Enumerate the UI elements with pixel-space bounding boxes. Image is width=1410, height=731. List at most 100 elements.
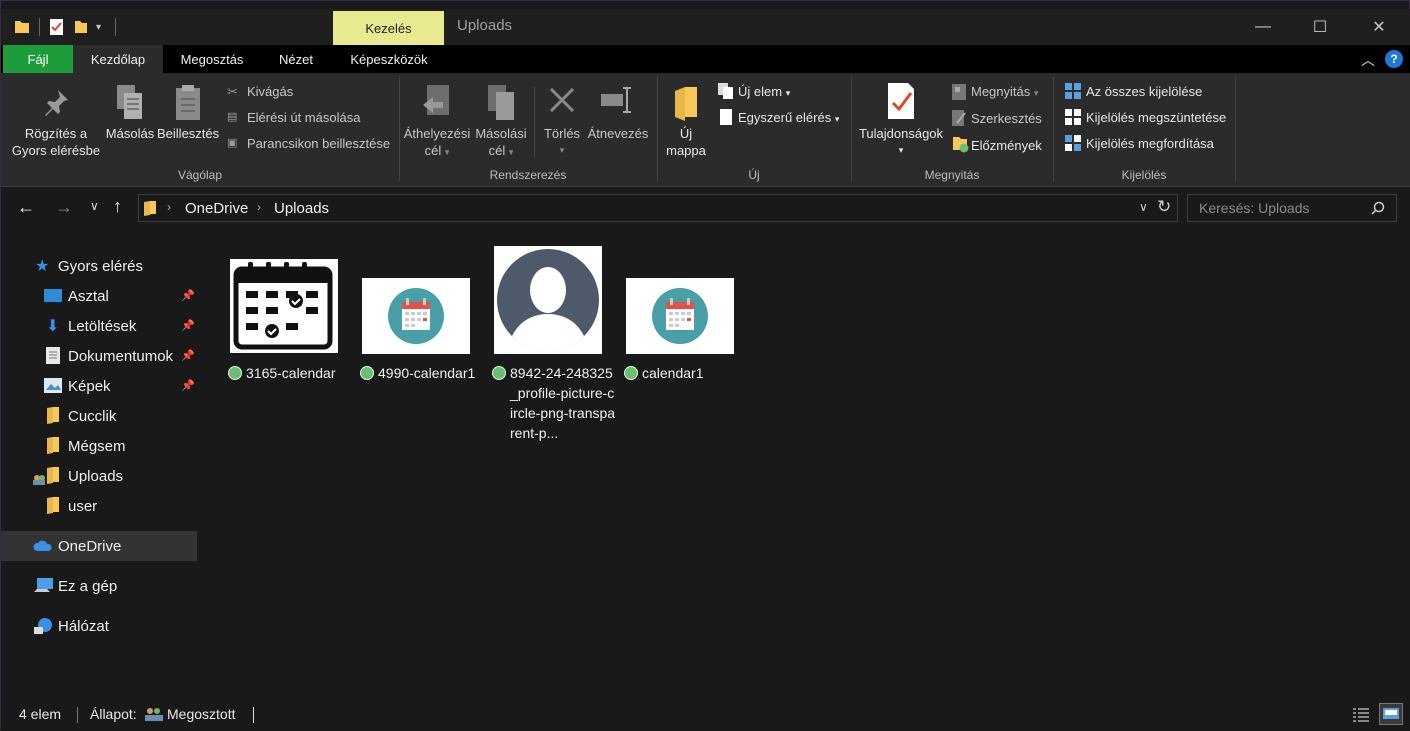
file-name: calendar1 <box>624 363 748 383</box>
new-folder-button[interactable]: Új mappa <box>661 125 711 159</box>
nav-label: Cucclik <box>68 407 117 425</box>
nav-item-pictures[interactable]: Képek 📌 <box>1 371 197 401</box>
breadcrumb-separator-icon: › <box>167 200 171 214</box>
file-name: 4990-calendar1 <box>360 363 484 383</box>
breadcrumb-onedrive[interactable]: OneDrive <box>185 200 248 217</box>
item-count: 4 elem <box>19 706 62 722</box>
copy-path-icon: ▤ <box>227 111 238 123</box>
file-item[interactable]: 3165-calendar <box>228 229 352 439</box>
paste-button[interactable]: Beillesztés <box>157 125 219 142</box>
nav-label: Hálózat <box>58 617 109 635</box>
search-box[interactable]: Keresés: Uploads <box>1187 194 1397 222</box>
edit-button[interactable]: Szerkesztés <box>971 110 1042 127</box>
group-separator <box>1235 77 1236 181</box>
open-button[interactable]: Megnyitás ▾ <box>971 83 1038 102</box>
paste-icon <box>176 85 200 120</box>
star-icon: ★ <box>35 258 50 275</box>
nav-this-pc[interactable]: Ez a gép <box>1 571 197 601</box>
nav-onedrive[interactable]: OneDrive <box>1 531 197 561</box>
properties-button[interactable]: Tulajdonságok ▾ <box>853 125 949 159</box>
address-dropdown-chevron-icon[interactable]: ∨ <box>1139 200 1148 214</box>
address-bar[interactable]: › OneDrive › Uploads ∨ ↻ <box>138 194 1178 222</box>
move-to-button[interactable]: Áthelyezési cél ▾ <box>403 125 471 161</box>
properties-check-icon[interactable] <box>48 18 66 36</box>
refresh-icon[interactable]: ↻ <box>1157 197 1171 217</box>
profile-avatar-icon <box>497 249 599 351</box>
file-item[interactable]: 8942-24-248325_profile-picture-circle-pn… <box>492 229 616 449</box>
select-all-icon <box>1065 83 1081 99</box>
explorer-window: ▾ Kezelés Uploads — ☐ ✕ Fájl Kezdőlap Me… <box>0 0 1410 731</box>
nav-label: OneDrive <box>58 537 122 555</box>
paste-shortcut-button[interactable]: Parancsikon beillesztése <box>247 135 390 152</box>
tab-file[interactable]: Fájl <box>3 45 73 73</box>
help-icon[interactable]: ? <box>1385 50 1403 68</box>
large-icons-view-icon[interactable] <box>1379 703 1403 725</box>
nav-item-desktop[interactable]: Asztal 📌 <box>1 281 197 311</box>
new-item-label: Új elem <box>738 84 783 99</box>
back-arrow-icon[interactable]: ← <box>17 197 35 218</box>
easy-access-button[interactable]: Egyszerű elérés ▾ <box>738 109 839 128</box>
select-none-button[interactable]: Kijelölés megszüntetése <box>1086 109 1226 126</box>
nav-item-cucclik[interactable]: Cucclik <box>1 401 197 431</box>
invert-selection-button[interactable]: Kijelölés megfordítása <box>1086 135 1214 152</box>
new-folder-icon[interactable] <box>72 18 90 36</box>
tab-share[interactable]: Megosztás <box>167 45 257 73</box>
copy-path-button[interactable]: Elérési út másolása <box>247 109 360 126</box>
forward-arrow-icon[interactable]: → <box>55 197 73 218</box>
file-item[interactable]: calendar1 <box>624 229 748 439</box>
rename-button[interactable]: Átnevezés <box>587 125 649 142</box>
nav-network[interactable]: Hálózat <box>1 611 197 641</box>
shared-folder-icon <box>33 467 59 485</box>
customize-qat-icon[interactable]: ▾ <box>96 22 101 33</box>
copy-to-button[interactable]: Másolási cél ▾ <box>471 125 531 161</box>
breadcrumb-uploads[interactable]: Uploads <box>274 200 329 217</box>
file-name-text: 8942-24-248325_profile-picture-circle-pn… <box>510 365 616 441</box>
group-label-organize: Rendszerezés <box>489 168 567 182</box>
tab-picture-tools[interactable]: Képeszközök <box>337 45 441 73</box>
pin-icon[interactable]: 📌 <box>181 319 195 332</box>
file-item[interactable]: 4990-calendar1 <box>360 229 484 439</box>
group-separator <box>1053 77 1054 181</box>
onedrive-cloud-icon <box>33 540 52 551</box>
folder-icon[interactable] <box>13 18 31 36</box>
file-thumbnail <box>494 246 602 354</box>
nav-item-user[interactable]: user <box>1 491 197 521</box>
network-icon <box>34 618 52 634</box>
nav-item-documents[interactable]: Dokumentumok 📌 <box>1 341 197 371</box>
context-tab-manage[interactable]: Kezelés <box>333 11 444 45</box>
history-button[interactable]: Előzmények <box>971 137 1042 154</box>
details-view-icon[interactable] <box>1352 706 1370 722</box>
pin-label-line1: Rögzítés a <box>24 126 88 141</box>
tab-home[interactable]: Kezdőlap <box>73 45 163 73</box>
download-arrow-icon: ⬇ <box>46 318 60 335</box>
close-button[interactable]: ✕ <box>1350 9 1408 45</box>
collapse-ribbon-icon[interactable]: ︿ <box>1361 50 1375 70</box>
copy-button[interactable]: Másolás <box>103 125 157 142</box>
nav-quick-access[interactable]: ★ Gyors elérés <box>1 251 197 281</box>
pin-icon[interactable]: 📌 <box>181 289 195 302</box>
easy-access-icon <box>720 109 732 125</box>
minimize-button[interactable]: — <box>1234 9 1292 45</box>
up-arrow-icon[interactable]: ↑ <box>113 196 122 217</box>
tab-view[interactable]: Nézet <box>267 45 325 73</box>
pin-icon[interactable]: 📌 <box>181 349 195 362</box>
delete-button[interactable]: Törlés ▾ <box>537 125 587 159</box>
pin-icon[interactable]: 📌 <box>181 379 195 392</box>
nav-item-megsem[interactable]: Mégsem <box>1 431 197 461</box>
cut-button[interactable]: Kivágás <box>247 83 293 100</box>
new-item-button[interactable]: Új elem ▾ <box>738 83 790 102</box>
nav-label: Letöltések <box>68 317 137 335</box>
rename-icon <box>601 87 631 113</box>
search-input[interactable]: Keresés: Uploads <box>1199 200 1310 216</box>
separator <box>534 87 535 157</box>
nav-item-downloads[interactable]: ⬇ Letöltések 📌 <box>1 311 197 341</box>
maximize-button[interactable]: ☐ <box>1291 9 1349 45</box>
group-separator <box>399 77 400 181</box>
select-all-button[interactable]: Az összes kijelölése <box>1086 83 1202 100</box>
nav-item-uploads[interactable]: Uploads <box>1 461 197 491</box>
recent-locations-chevron-icon[interactable]: ∨ <box>90 199 99 213</box>
status-bar: 4 elem Állapot: Megosztott <box>1 699 1410 731</box>
search-icon[interactable] <box>1371 201 1385 215</box>
status-separator <box>77 707 78 723</box>
pin-quick-access-button[interactable]: Rögzítés a Gyors elérésbe <box>9 125 103 159</box>
